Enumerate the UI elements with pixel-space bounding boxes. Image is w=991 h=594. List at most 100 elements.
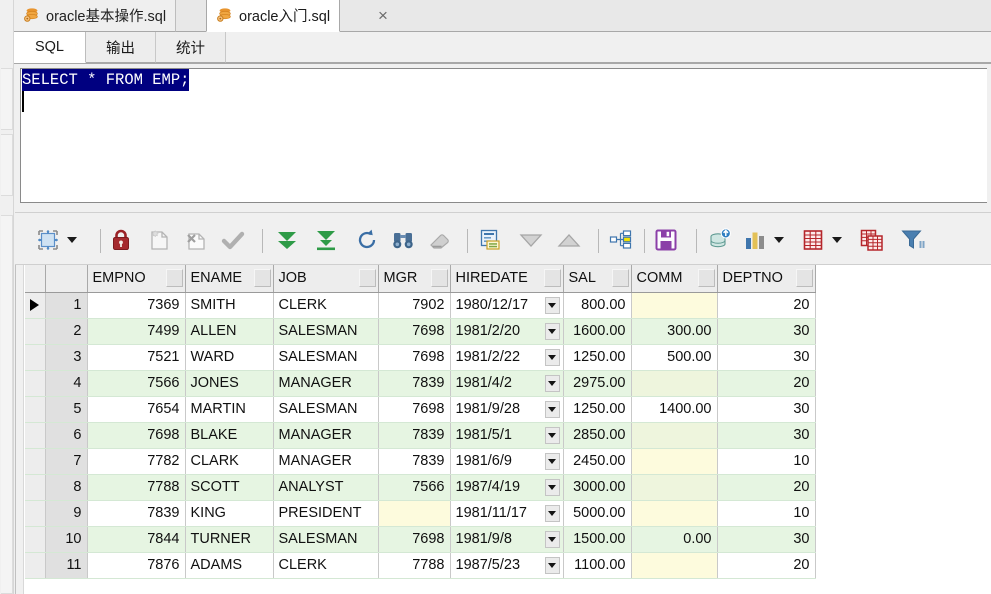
cell-comm[interactable]: 500.00 [631,344,718,371]
grid-left-scroll-gutter[interactable] [16,265,24,594]
cell-hiredate[interactable]: 1981/4/2 [450,370,564,397]
cell-deptno[interactable]: 20 [717,370,816,397]
cell-mgr[interactable]: 7839 [378,370,451,397]
cell-sal[interactable]: 1100.00 [563,552,632,579]
cell-sal[interactable]: 1500.00 [563,526,632,553]
table-row[interactable]: 7 7782 CLARK MANAGER 7839 1981/6/9 2450.00 10 [25,448,816,475]
cell-mgr[interactable]: 7839 [378,422,451,449]
cell-deptno[interactable]: 10 [717,500,816,527]
cell-sal[interactable]: 2975.00 [563,370,632,397]
row-number-cell[interactable]: 11 [45,552,88,579]
cell-job[interactable]: SALESMAN [273,318,379,345]
cell-job[interactable]: ANALYST [273,474,379,501]
close-icon[interactable]: × [369,0,397,32]
cell-deptno[interactable]: 30 [717,526,816,553]
column-header-mgr[interactable]: MGR [378,265,451,293]
cell-job[interactable]: CLERK [273,552,379,579]
cell-ename[interactable]: ALLEN [185,318,274,345]
row-number-cell[interactable]: 1 [45,292,88,319]
lock-record-button[interactable] [109,226,133,254]
cell-comm[interactable] [631,422,718,449]
cell-ename[interactable]: SMITH [185,292,274,319]
cell-empno[interactable]: 7839 [87,500,186,527]
cell-hiredate[interactable]: 1981/2/20 [450,318,564,345]
tab-oracle-basic-operations[interactable]: oracle基本操作.sql [14,0,177,32]
cell-hiredate[interactable]: 1981/9/8 [450,526,564,553]
row-number-cell[interactable]: 6 [45,422,88,449]
cell-deptno[interactable]: 20 [717,552,816,579]
cell-mgr[interactable] [378,500,451,527]
cell-mgr[interactable]: 7566 [378,474,451,501]
row-number-cell[interactable]: 2 [45,318,88,345]
chevron-down-icon[interactable] [774,237,784,243]
cell-deptno[interactable]: 10 [717,448,816,475]
cell-comm[interactable] [631,448,718,475]
sql-editor-line-2[interactable] [21,91,987,113]
grid-view-button[interactable] [800,226,842,254]
row-number-cell[interactable]: 9 [45,500,88,527]
table-row[interactable]: 10 7844 TURNER SALESMAN 7698 1981/9/8 1500.00 0… [25,526,816,553]
cell-job[interactable]: SALESMAN [273,396,379,423]
grid-layout-button[interactable] [35,226,77,254]
chart-button[interactable] [742,226,784,254]
row-number-cell[interactable]: 3 [45,344,88,371]
fetch-next-page-button[interactable] [274,226,300,254]
cell-hiredate[interactable]: 1980/12/17 [450,292,564,319]
row-number-cell[interactable]: 5 [45,396,88,423]
table-row[interactable]: 11 7876 ADAMS CLERK 7788 1987/5/23 1100.00 20 [25,552,816,579]
cell-sal[interactable]: 800.00 [563,292,632,319]
cell-ename[interactable]: TURNER [185,526,274,553]
date-picker-dropdown-icon[interactable] [544,478,560,496]
cell-empno[interactable]: 7499 [87,318,186,345]
cell-job[interactable]: PRESIDENT [273,500,379,527]
row-indicator-cell[interactable] [25,526,46,553]
cell-job[interactable]: MANAGER [273,422,379,449]
date-picker-dropdown-icon[interactable] [544,400,560,418]
row-indicator-cell[interactable] [25,552,46,579]
date-picker-dropdown-icon[interactable] [544,530,560,548]
cell-hiredate[interactable]: 1981/6/9 [450,448,564,475]
cell-hiredate[interactable]: 1981/9/28 [450,396,564,423]
date-picker-dropdown-icon[interactable] [544,322,560,340]
cell-deptno[interactable]: 30 [717,344,816,371]
cell-sal[interactable]: 5000.00 [563,500,632,527]
cell-deptno[interactable]: 30 [717,318,816,345]
cell-ename[interactable]: SCOTT [185,474,274,501]
cell-comm[interactable] [631,474,718,501]
column-resize-handle[interactable] [697,269,715,287]
cell-ename[interactable]: ADAMS [185,552,274,579]
column-header-empno[interactable]: EMPNO [87,265,186,293]
table-row[interactable]: 4 7566 JONES MANAGER 7839 1981/4/2 2975.00 20 [25,370,816,397]
column-resize-handle[interactable] [543,269,561,287]
date-picker-dropdown-icon[interactable] [544,452,560,470]
find-button[interactable] [390,226,416,254]
cell-ename[interactable]: JONES [185,370,274,397]
cell-ename[interactable]: BLAKE [185,422,274,449]
column-resize-handle[interactable] [795,269,813,287]
filter-button[interactable] [900,226,926,254]
column-header-hiredate[interactable]: HIREDATE [450,265,564,293]
chevron-down-icon[interactable] [832,237,842,243]
table-row[interactable]: 8 7788 SCOTT ANALYST 7566 1987/4/19 3000.00 20 [25,474,816,501]
cell-job[interactable]: MANAGER [273,370,379,397]
cell-hiredate[interactable]: 1987/5/23 [450,552,564,579]
cell-ename[interactable]: WARD [185,344,274,371]
row-indicator-cell[interactable] [25,370,46,397]
cell-hiredate[interactable]: 1981/2/22 [450,344,564,371]
export-data-button[interactable] [707,226,733,254]
cell-comm[interactable]: 0.00 [631,526,718,553]
cell-empno[interactable]: 7782 [87,448,186,475]
cell-sal[interactable]: 2850.00 [563,422,632,449]
tab-oracle-intro[interactable]: oracle入门.sql [206,0,341,32]
save-grid-button[interactable] [653,226,679,254]
cell-mgr[interactable]: 7902 [378,292,451,319]
column-resize-handle[interactable] [430,269,448,287]
date-picker-dropdown-icon[interactable] [544,374,560,392]
cell-ename[interactable]: KING [185,500,274,527]
date-picker-dropdown-icon[interactable] [544,296,560,314]
table-row[interactable]: 5 7654 MARTIN SALESMAN 7698 1981/9/28 1250.00 1… [25,396,816,423]
cell-deptno[interactable]: 30 [717,396,816,423]
cell-empno[interactable]: 7788 [87,474,186,501]
cell-empno[interactable]: 7698 [87,422,186,449]
row-indicator-cell[interactable] [25,344,46,371]
